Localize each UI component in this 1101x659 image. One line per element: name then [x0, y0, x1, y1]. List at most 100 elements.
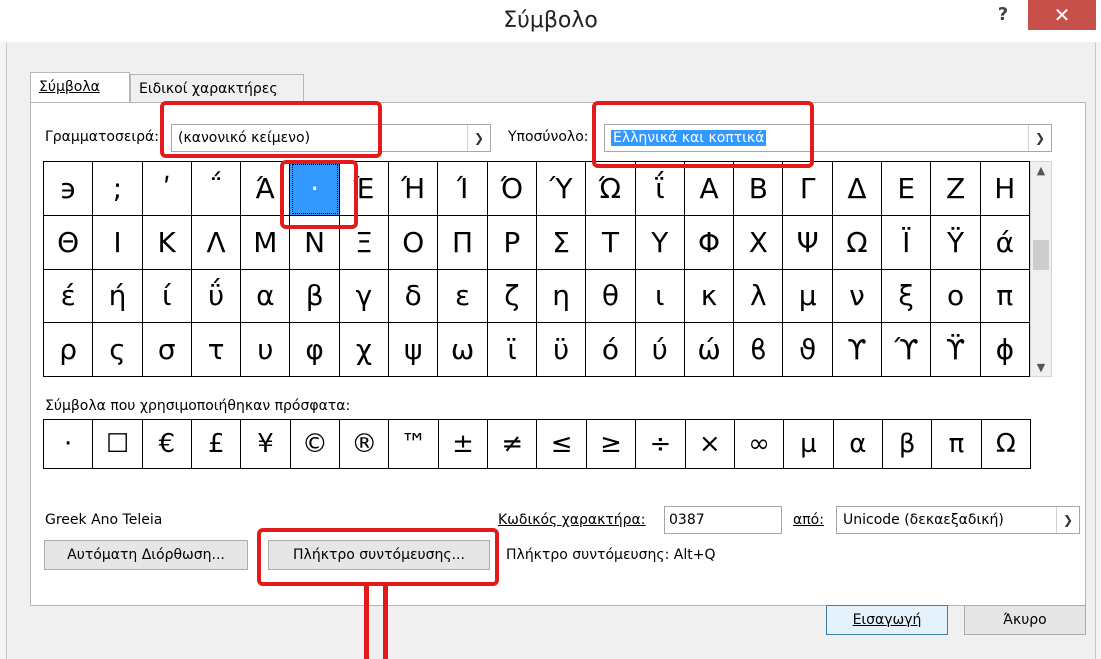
symbol-cell[interactable]: Χ — [734, 215, 784, 270]
symbol-cell[interactable]: σ — [142, 323, 192, 377]
recent-symbol-cell[interactable]: ™ — [389, 420, 439, 469]
symbol-cell[interactable]: Γ — [783, 162, 833, 216]
symbol-cell[interactable]: ψ — [389, 323, 439, 377]
recent-symbol-cell[interactable]: ¥ — [241, 420, 291, 469]
symbol-cell[interactable]: ξ — [882, 269, 932, 324]
font-select[interactable]: (κανονικό κείμενο) ❯ — [171, 124, 491, 152]
symbol-cell[interactable]: γ — [339, 269, 390, 324]
symbol-cell[interactable]: Ϊ — [882, 215, 932, 270]
symbol-cell[interactable]: φ — [290, 323, 340, 377]
recent-symbol-cell[interactable]: Ω — [981, 420, 1031, 469]
symbol-cell[interactable]: Ε — [882, 162, 932, 216]
symbol-cell[interactable]: Φ — [684, 215, 735, 270]
symbol-cell[interactable]: ό — [586, 323, 636, 377]
scroll-down-icon[interactable]: ▼ — [1031, 361, 1051, 374]
symbol-cell[interactable]: ω — [438, 323, 488, 377]
chevron-down-icon[interactable]: ❯ — [467, 125, 490, 151]
symbol-cell[interactable]: ρ — [44, 323, 94, 377]
recent-symbol-cell[interactable]: × — [685, 420, 735, 469]
symbol-cell[interactable]: Έ — [339, 162, 390, 216]
char-code-input[interactable]: 0387 — [664, 506, 782, 534]
symbol-cell[interactable]: ϋ — [536, 323, 587, 377]
symbol-cell[interactable]: Τ — [586, 215, 636, 270]
recent-symbol-cell[interactable]: ≠ — [488, 420, 538, 469]
symbol-cell[interactable]: Μ — [241, 215, 291, 270]
tab-symbols[interactable]: Σύμβολα — [30, 72, 130, 102]
symbol-cell[interactable]: μ — [783, 269, 833, 324]
insert-button[interactable]: Εισαγωγή — [826, 605, 948, 635]
symbol-cell[interactable]: έ — [44, 269, 94, 324]
close-button[interactable]: ✕ — [1028, 0, 1096, 30]
symbol-cell[interactable]: θ — [586, 269, 636, 324]
help-button[interactable]: ? — [990, 2, 1016, 28]
recent-symbol-cell[interactable]: ∞ — [734, 420, 785, 469]
recent-symbol-cell[interactable]: ® — [340, 420, 390, 469]
chevron-down-icon[interactable]: ❯ — [1028, 125, 1051, 151]
symbol-cell[interactable]: Ρ — [487, 215, 537, 270]
symbol-cell[interactable]: ϶ — [44, 162, 94, 216]
symbol-cell[interactable]: Ξ — [339, 215, 390, 270]
scroll-up-icon[interactable]: ▲ — [1031, 164, 1051, 177]
symbol-cell[interactable]: Ά — [241, 162, 291, 216]
symbol-cell[interactable]: Ή — [389, 162, 439, 216]
symbol-cell[interactable]: ή — [93, 269, 143, 324]
cancel-button[interactable]: Άκυρο — [964, 605, 1086, 635]
symbol-cell[interactable]: β — [290, 269, 340, 324]
symbol-cell[interactable]: Θ — [44, 215, 94, 270]
symbol-grid-scrollbar[interactable]: ▲ ▼ — [1030, 161, 1052, 377]
symbol-cell[interactable]: ϑ — [783, 323, 833, 377]
symbol-cell[interactable]: λ — [734, 269, 784, 324]
shortcut-key-button[interactable]: Πλήκτρο συντόμευσης... — [268, 540, 490, 570]
symbol-cell[interactable]: ϔ — [931, 323, 981, 377]
symbol-cell[interactable]: Π — [438, 215, 488, 270]
symbol-cell[interactable]: ά — [980, 215, 1030, 270]
symbol-cell[interactable]: υ — [241, 323, 291, 377]
symbol-cell[interactable]: π — [980, 269, 1030, 324]
recent-symbol-cell[interactable]: α — [833, 420, 883, 469]
symbol-cell[interactable]: ί — [142, 269, 192, 324]
symbol-cell[interactable]: ς — [93, 323, 143, 377]
symbol-cell[interactable]: ο — [931, 269, 981, 324]
symbol-cell[interactable]: Ο — [389, 215, 439, 270]
recent-symbol-cell[interactable]: ☐ — [93, 420, 143, 469]
symbol-cell[interactable]: ύ — [635, 323, 685, 377]
symbol-cell[interactable]: Α — [684, 162, 735, 216]
symbol-cell[interactable]: Λ — [191, 215, 242, 270]
recent-symbol-cell[interactable]: π — [932, 420, 982, 469]
scroll-thumb[interactable] — [1033, 240, 1049, 270]
symbol-cell[interactable]: Ί — [438, 162, 488, 216]
recent-symbol-cell[interactable]: µ — [784, 420, 834, 469]
symbol-cell[interactable]: ι — [635, 269, 685, 324]
symbol-cell[interactable]: δ — [389, 269, 439, 324]
recent-symbol-cell[interactable]: · — [44, 420, 94, 469]
symbol-cell[interactable]: κ — [684, 269, 735, 324]
symbol-cell[interactable]: ν — [832, 269, 883, 324]
symbol-cell[interactable]: α — [241, 269, 291, 324]
subset-select[interactable]: Ελληνικά και κοπτικά ❯ — [604, 124, 1052, 152]
symbol-cell[interactable]: ; — [93, 162, 143, 216]
symbol-cell[interactable]: ώ — [684, 323, 735, 377]
symbol-cell[interactable]: χ — [339, 323, 390, 377]
symbol-cell[interactable]: Ύ — [536, 162, 587, 216]
symbol-cell[interactable]: ΅ — [191, 162, 242, 216]
symbol-cell[interactable]: Σ — [536, 215, 587, 270]
tab-special-characters[interactable]: Ειδικοί χαρακτήρες — [130, 74, 304, 102]
symbol-cell[interactable]: Ό — [487, 162, 537, 216]
symbol-cell[interactable]: τ — [191, 323, 242, 377]
symbol-cell[interactable]: ε — [438, 269, 488, 324]
symbol-cell[interactable]: Β — [734, 162, 784, 216]
symbol-cell[interactable]: ϒ — [832, 323, 883, 377]
recent-symbol-cell[interactable]: ± — [438, 420, 489, 469]
symbol-cell[interactable]: ϕ — [980, 323, 1030, 377]
recent-symbol-cell[interactable]: ÷ — [636, 420, 686, 469]
symbol-cell[interactable]: · — [290, 162, 340, 216]
symbol-cell[interactable]: ϊ — [487, 323, 537, 377]
symbol-cell[interactable]: ϓ — [882, 323, 932, 377]
symbol-cell[interactable]: ϐ — [734, 323, 784, 377]
recent-symbol-cell[interactable]: £ — [192, 420, 242, 469]
recent-symbol-cell[interactable]: ≤ — [537, 420, 587, 469]
symbol-cell[interactable]: Υ — [635, 215, 685, 270]
symbol-cell[interactable]: Δ — [832, 162, 883, 216]
autocorrect-button[interactable]: Αυτόματη Διόρθωση... — [44, 540, 248, 570]
symbol-cell[interactable]: ζ — [487, 269, 537, 324]
